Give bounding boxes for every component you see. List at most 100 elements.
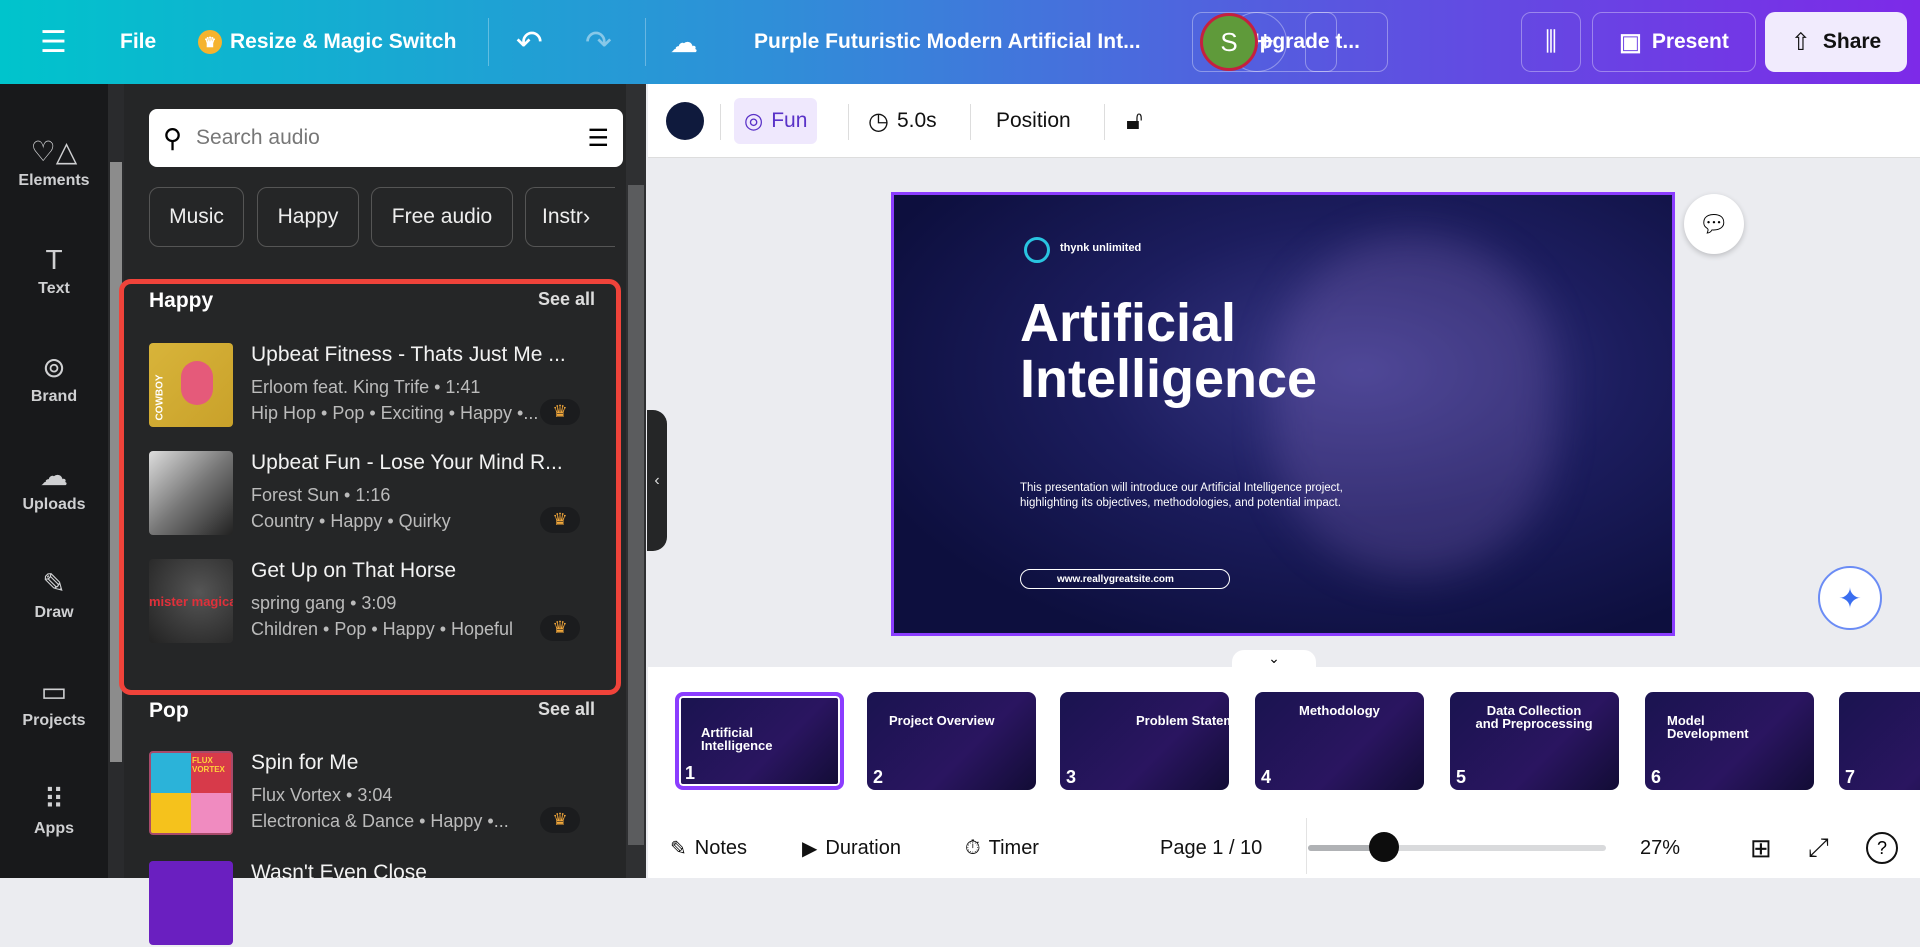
- avatar[interactable]: S: [1200, 13, 1258, 71]
- resize-magic-switch-button[interactable]: ♛ Resize & Magic Switch: [198, 0, 456, 84]
- timer-button[interactable]: ⏱︎ Timer: [965, 828, 1039, 868]
- rail-label: Apps: [34, 820, 74, 837]
- magic-assistant-button[interactable]: ✦: [1818, 566, 1882, 630]
- section-title: Pop: [149, 699, 189, 722]
- list-item[interactable]: mister magical Get Up on That Horse spri…: [149, 559, 589, 645]
- elements-icon: ♡△: [30, 136, 78, 167]
- timer-label: Timer: [988, 836, 1039, 859]
- page-thumbnail-7[interactable]: 7: [1839, 692, 1920, 790]
- unlock-icon[interactable]: 🔓︎: [1116, 98, 1153, 144]
- thumbnail-title: Artificial Intelligence: [701, 725, 773, 753]
- notes-label: Notes: [694, 836, 748, 859]
- redo-icon[interactable]: ↷: [585, 0, 612, 84]
- list-item[interactable]: Wasn't Even Close: [149, 861, 589, 947]
- zoom-slider[interactable]: [1308, 832, 1606, 862]
- chevron-down-icon[interactable]: ⌄: [1232, 650, 1316, 674]
- chip-label: Free audio: [391, 205, 493, 228]
- panel-scrollbar-thumb[interactable]: [628, 185, 644, 845]
- rail-item-projects[interactable]: ▭ Projects: [0, 674, 108, 730]
- help-icon[interactable]: ?: [1866, 832, 1898, 864]
- slide-canvas[interactable]: thynk unlimited Artificial Intelligence T…: [891, 192, 1675, 636]
- chip-instrumental[interactable]: Instr ›: [525, 187, 615, 247]
- see-all-link[interactable]: See all: [538, 699, 595, 720]
- position-button[interactable]: Position: [986, 98, 1081, 144]
- share-label: Share: [1822, 30, 1882, 53]
- page-thumbnail-4[interactable]: Methodology 4: [1255, 692, 1424, 790]
- share-button[interactable]: ⇧ Share: [1765, 12, 1907, 72]
- page-thumbnail-3[interactable]: Problem Statement 3: [1060, 692, 1229, 790]
- zoom-percentage[interactable]: 27%: [1640, 828, 1680, 868]
- list-item[interactable]: FLUX VORTEX Spin for Me Flux Vortex • 3:…: [149, 751, 589, 837]
- chip-free-audio[interactable]: Free audio: [371, 187, 513, 247]
- track-title: Wasn't Even Close: [251, 861, 427, 884]
- divider: [848, 104, 849, 140]
- divider: [970, 104, 971, 140]
- document-title-text: Purple Futuristic Modern Artificial Int.…: [754, 30, 1141, 53]
- cloud-saved-icon[interactable]: ☁: [670, 0, 698, 84]
- rail-item-draw[interactable]: ✎ Draw: [0, 566, 108, 622]
- rail-item-apps[interactable]: ⠿ Apps: [0, 782, 108, 838]
- chip-happy[interactable]: Happy: [257, 187, 359, 247]
- draw-icon: ✎: [42, 568, 66, 599]
- chevron-right-icon[interactable]: ›: [583, 204, 590, 230]
- divider: [488, 18, 489, 66]
- color-swatch[interactable]: [666, 102, 704, 140]
- slide-url-bar: www.reallygreatsite.com: [1020, 569, 1230, 589]
- notes-button[interactable]: ✎ Notes: [670, 828, 747, 868]
- track-artist: Erloom feat. King Trife • 1:41: [251, 377, 481, 397]
- list-item[interactable]: COWBOY Upbeat Fitness - Thats Just Me ..…: [149, 343, 589, 429]
- page-number: 3: [1066, 767, 1077, 787]
- page-indicator[interactable]: Page 1 / 10: [1160, 828, 1262, 868]
- page-thumbnail-1[interactable]: Artificial Intelligence 1: [675, 692, 844, 790]
- rail-item-uploads[interactable]: ☁ Uploads: [0, 458, 108, 514]
- add-comment-button[interactable]: 💬︎: [1684, 194, 1744, 254]
- undo-icon[interactable]: ↶: [516, 0, 543, 84]
- comment-plus-icon: 💬︎: [1698, 210, 1730, 238]
- slide-url: www.reallygreatsite.com: [1057, 573, 1174, 585]
- page-thumbnail-5[interactable]: Data Collection and Preprocessing 5: [1450, 692, 1619, 790]
- projects-icon: ▭: [40, 676, 68, 707]
- position-label: Position: [996, 109, 1071, 132]
- duration-label: Duration: [825, 836, 901, 859]
- page-thumbnail-6[interactable]: Model Development 6: [1645, 692, 1814, 790]
- page-number: 7: [1845, 767, 1856, 787]
- present-button[interactable]: ▣ Present: [1592, 12, 1756, 72]
- chip-music[interactable]: Music: [149, 187, 244, 247]
- album-art-text: mister magical: [149, 593, 233, 609]
- insights-chart-icon[interactable]: ⫼: [1521, 12, 1581, 72]
- duration-button[interactable]: ◷ 5.0s: [858, 98, 947, 144]
- rail-item-text[interactable]: T Text: [0, 242, 108, 298]
- duration-toggle[interactable]: ▶ Duration: [802, 828, 901, 868]
- track-artist: Forest Sun • 1:16: [251, 485, 391, 505]
- stopwatch-icon: ⏱︎: [965, 836, 981, 859]
- list-item[interactable]: Upbeat Fun - Lose Your Mind R... Forest …: [149, 451, 589, 537]
- hamburger-icon[interactable]: ☰: [40, 0, 67, 84]
- present-label: Present: [1651, 30, 1729, 53]
- chip-label: Music: [169, 205, 224, 228]
- grid-view-icon[interactable]: ⊞: [1750, 828, 1772, 868]
- fullscreen-icon[interactable]: ⤢: [1808, 828, 1829, 868]
- side-rail: ♡△ Elements T Text ⊚ Brand ☁ Uploads ✎ Draw ▭…: [0, 84, 108, 878]
- animation-fun-button[interactable]: ◎ Fun: [734, 98, 818, 144]
- thumbnail-title: Model Development: [1667, 713, 1749, 741]
- section-header-pop: Pop See all: [149, 699, 595, 723]
- page-number: 4: [1261, 767, 1272, 787]
- document-title[interactable]: Purple Futuristic Modern Artificial Int.…: [754, 0, 1141, 84]
- collapse-panel-handle[interactable]: ‹: [647, 410, 667, 551]
- rail-item-elements[interactable]: ♡△ Elements: [0, 134, 108, 190]
- filter-sliders-icon[interactable]: ☰: [587, 124, 609, 153]
- see-all-link[interactable]: See all: [538, 289, 595, 310]
- album-art-text: FLUX VORTEX: [192, 756, 225, 774]
- thumbnail-title: Project Overview: [889, 713, 995, 728]
- file-menu[interactable]: File: [120, 0, 156, 84]
- page-thumbnail-2[interactable]: Project Overview 2: [867, 692, 1036, 790]
- search-icon: ⚲: [163, 122, 183, 153]
- divider: [720, 104, 721, 140]
- zoom-slider-thumb[interactable]: [1368, 832, 1399, 862]
- editor-toolbar: ◎ Fun ◷ 5.0s Position 🔓︎: [648, 84, 1920, 158]
- rail-label: Elements: [18, 172, 90, 189]
- clock-icon: ◷: [868, 107, 889, 135]
- rail-label: Text: [38, 280, 70, 297]
- search-input[interactable]: [196, 126, 574, 150]
- rail-item-brand[interactable]: ⊚ Brand: [0, 350, 108, 406]
